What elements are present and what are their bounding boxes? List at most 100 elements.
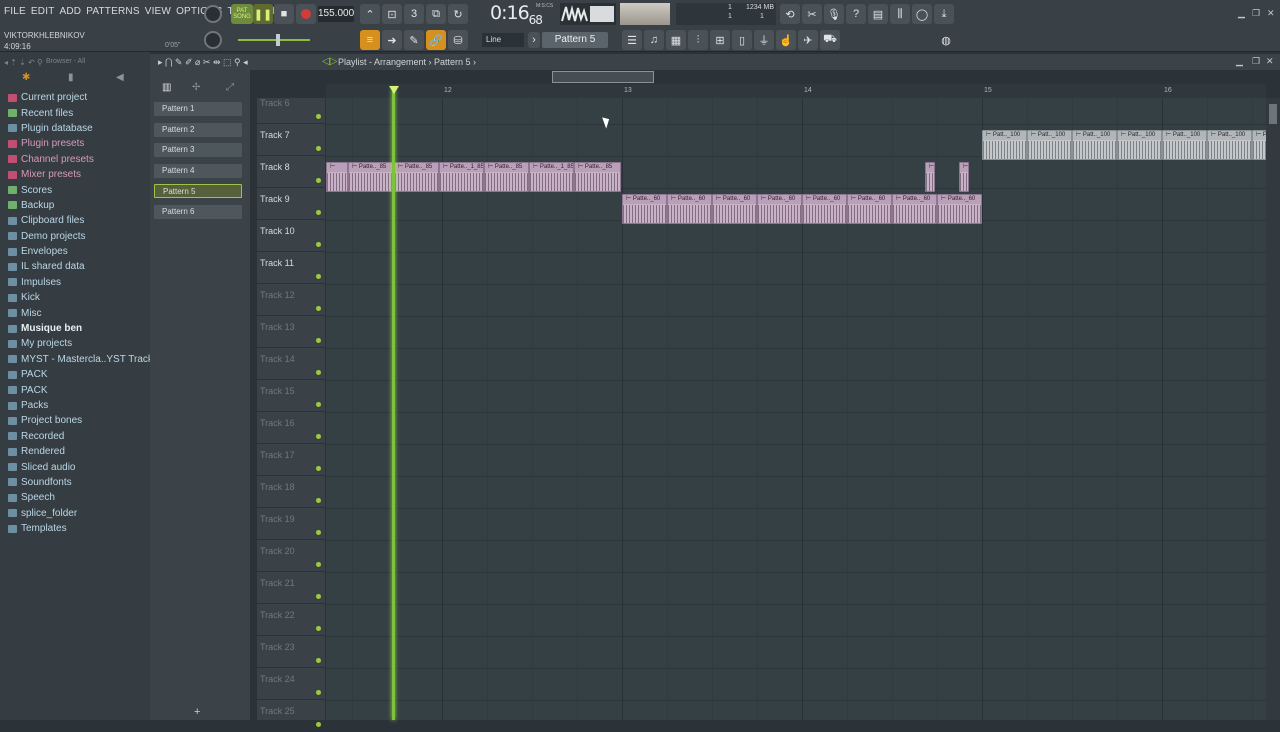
track-enable-led[interactable]	[316, 434, 321, 439]
playhead[interactable]	[392, 88, 395, 720]
touch-button[interactable]: ☝	[776, 30, 796, 50]
pattern-item[interactable]: Pattern 4	[154, 163, 242, 178]
piano-roll-button[interactable]: ♫	[644, 30, 664, 50]
browser-item[interactable]: Envelopes	[8, 244, 150, 259]
audio-clip[interactable]: ⊢ Patt.._100	[1252, 130, 1266, 160]
automation-icon[interactable]: ⤢	[226, 82, 234, 93]
track-enable-led[interactable]	[316, 306, 321, 311]
playlist-tool-icons[interactable]: ▸ ⋂ ✎ ✐ ⌀ ✂ ⇹ ⬚ ⚲ ◂	[158, 57, 248, 68]
audio-clip[interactable]: ⊢ Patt.._100	[1027, 130, 1072, 160]
track-header[interactable]: Track 24	[257, 668, 325, 700]
snap-mode-select[interactable]: Line	[482, 33, 524, 47]
plugin-button[interactable]: ⏚	[754, 30, 774, 50]
tempo-display[interactable]: 155.000	[318, 6, 354, 22]
track-header[interactable]: Track 12	[257, 284, 325, 316]
track-header[interactable]: Track 14	[257, 348, 325, 380]
track-header[interactable]: Track 21	[257, 572, 325, 604]
browser-item[interactable]: Scores	[8, 182, 150, 197]
menu-edit[interactable]: EDIT	[31, 6, 55, 17]
playlist-minimize-icon[interactable]: ▁	[1236, 56, 1243, 67]
audio-clip[interactable]: ⊢ Patte.._60	[892, 194, 937, 224]
browser-item[interactable]: Demo projects	[8, 229, 150, 244]
playlist-snap-button[interactable]: ≡	[360, 30, 380, 50]
track-enable-led[interactable]	[316, 146, 321, 151]
browser-item[interactable]: Mixer presets	[8, 167, 150, 182]
track-enable-led[interactable]	[316, 338, 321, 343]
pattern-item[interactable]: Pattern 5	[154, 184, 242, 199]
audio-clip[interactable]: ⊢ Patte.._60	[622, 194, 667, 224]
track-enable-led[interactable]	[316, 626, 321, 631]
audio-clip[interactable]: ⊢ Patte.._60	[667, 194, 712, 224]
stamp-button[interactable]: ⛁	[448, 30, 468, 50]
vertical-scroll-thumb[interactable]	[1269, 104, 1277, 124]
save-button[interactable]: ▤	[868, 4, 888, 24]
audio-clip[interactable]: ⊢	[925, 162, 935, 192]
track-enable-led[interactable]	[316, 370, 321, 375]
browser-item[interactable]: Impulses	[8, 275, 150, 290]
play-button[interactable]: ❚❚	[253, 4, 273, 24]
countdown-button[interactable]: 3	[404, 4, 424, 24]
play-pattern-icon[interactable]: ◁▷	[322, 56, 337, 67]
audio-clip[interactable]: ⊢ Patte.._85	[574, 162, 621, 192]
metronome-button[interactable]: ⌃	[360, 4, 380, 24]
audio-clip[interactable]: ⊢ Patte.._1_85	[439, 162, 484, 192]
browser-item[interactable]: Plugin database	[8, 121, 150, 136]
browser-item[interactable]: Kick	[8, 290, 150, 305]
browser-item[interactable]: Plugin presets	[8, 136, 150, 151]
audio-clip[interactable]: ⊢ Patt.._100	[1162, 130, 1207, 160]
track-header[interactable]: Track 11	[257, 252, 325, 284]
audio-clip[interactable]: ⊢ Patt.._100	[1207, 130, 1252, 160]
track-enable-led[interactable]	[316, 210, 321, 215]
file-icon[interactable]: ▮	[68, 72, 74, 83]
audio-clip[interactable]: ⊢ Patte.._60	[712, 194, 757, 224]
track-enable-led[interactable]	[316, 658, 321, 663]
restore-icon[interactable]: ❐	[1252, 8, 1260, 19]
playlist-window-button[interactable]: ☰	[622, 30, 642, 50]
track-enable-led[interactable]	[316, 530, 321, 535]
browser-item[interactable]: Templates	[8, 521, 150, 536]
track-header[interactable]: Track 7	[257, 124, 325, 156]
menu-add[interactable]: ADD	[60, 6, 82, 17]
browser-item[interactable]: splice_folder	[8, 506, 150, 521]
add-pattern-icon[interactable]: +	[194, 706, 200, 718]
track-header[interactable]: Track 13	[257, 316, 325, 348]
master-volume-knob[interactable]	[204, 5, 222, 23]
audio-clip[interactable]: ⊢ Patte.._60	[847, 194, 892, 224]
track-enable-led[interactable]	[316, 466, 321, 471]
track-header[interactable]: Track 10	[257, 220, 325, 252]
project-button[interactable]: ▯	[732, 30, 752, 50]
speaker-icon[interactable]: ◀	[116, 72, 124, 83]
vertical-scrollbar[interactable]	[1266, 98, 1280, 720]
master-pitch-slider[interactable]	[238, 34, 310, 46]
browser-item[interactable]: Recent files	[8, 105, 150, 120]
track-enable-led[interactable]	[316, 594, 321, 599]
audio-clip[interactable]: ⊢ Patte.._85	[348, 162, 394, 192]
prev-pattern-button[interactable]: ›	[528, 32, 540, 48]
track-header[interactable]: Track 6	[257, 92, 325, 124]
track-header[interactable]: Track 20	[257, 540, 325, 572]
pattern-item[interactable]: Pattern 3	[154, 143, 242, 158]
browser-item[interactable]: Soundfonts	[8, 475, 150, 490]
browser-item[interactable]: IL shared data	[8, 259, 150, 274]
browser-item[interactable]: Current project	[8, 90, 150, 105]
bird-button[interactable]: ✈	[798, 30, 818, 50]
audio-clip[interactable]: ⊢	[959, 162, 969, 192]
track-enable-led[interactable]	[316, 722, 321, 727]
track-header[interactable]: Track 23	[257, 636, 325, 668]
piano-keys-icon[interactable]: ▥	[162, 82, 171, 93]
pattern-item[interactable]: Pattern 6	[154, 205, 242, 219]
browser-nav-icons[interactable]: ◂ ⇡ ⇣ ↶ ⚲	[4, 58, 43, 67]
undo-button[interactable]: ⟲	[780, 4, 800, 24]
timeline-ruler[interactable]: 12 13 14 15 16	[326, 84, 1266, 98]
audio-clip[interactable]: ⊢ Patte.._85	[484, 162, 529, 192]
playlist-close-icon[interactable]: ✕	[1266, 56, 1274, 67]
draw-button[interactable]: ✎	[404, 30, 424, 50]
track-enable-led[interactable]	[316, 274, 321, 279]
track-enable-led[interactable]	[316, 114, 321, 119]
mixer-button[interactable]: ⫼	[890, 4, 910, 24]
audio-clip[interactable]: ⊢ Patt.._100	[1072, 130, 1117, 160]
pattern-item[interactable]: Pattern 1	[154, 102, 242, 116]
browser-item[interactable]: Recorded	[8, 429, 150, 444]
track-enable-led[interactable]	[316, 178, 321, 183]
track-enable-led[interactable]	[316, 402, 321, 407]
